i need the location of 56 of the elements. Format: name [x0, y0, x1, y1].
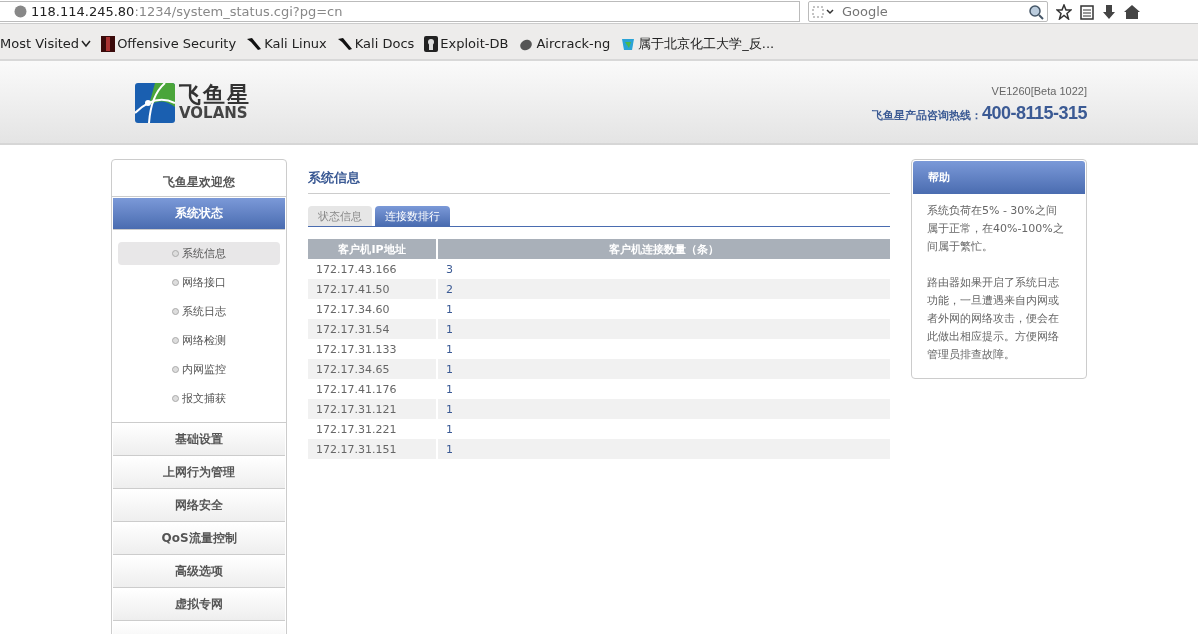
table-cell: 1 [438, 319, 890, 339]
help-paragraph: 系统负荷在5% - 30%之间属于正常，在40%-100%之间属于繁忙。 [926, 203, 1064, 255]
help-title: 帮助 [912, 161, 1085, 194]
star-icon[interactable] [1056, 3, 1072, 20]
submenu-item[interactable]: 网络接口 [118, 271, 281, 294]
menu-section[interactable]: 系统状态 [113, 198, 286, 230]
bullet-icon [172, 308, 180, 315]
submenu-item[interactable]: 系统信息 [118, 242, 281, 265]
submenu-item[interactable]: 内网监控 [118, 358, 281, 381]
hotline-label: 飞鱼星产品咨询热线： [871, 109, 982, 123]
table-cell: 1 [438, 359, 890, 379]
tab[interactable]: 连接数排行 [375, 206, 451, 226]
chevron-down-icon [81, 39, 92, 48]
table-cell: 2 [438, 279, 890, 299]
logo-icon [135, 82, 175, 123]
search-engine-icon [812, 5, 836, 18]
table-cell: 1 [438, 399, 890, 419]
page-title: 系统信息 [308, 159, 890, 194]
globe-icon [14, 5, 27, 18]
bullet-icon [172, 250, 180, 257]
table-cell: 172.17.31.54 [308, 319, 437, 339]
bookmark-link[interactable]: Exploit-DB [424, 35, 509, 52]
bookmark-link[interactable]: Offensive Security [101, 35, 237, 52]
table-cell: 172.17.41.50 [308, 279, 437, 299]
table-cell: 172.17.34.65 [308, 359, 437, 379]
bullet-icon [172, 366, 180, 373]
url-field[interactable]: 118.114.245.80:1234/system_status.cgi?pg=cn [0, 1, 800, 22]
bookmark-icon [424, 35, 439, 52]
bullet-icon [172, 337, 180, 344]
bookmark-link[interactable]: 属于北京化工大学_反... [620, 34, 775, 53]
version-text: VE1260[Beta 1022] [991, 85, 1087, 97]
column-header: 客户机IP地址 [308, 239, 437, 259]
welcome-title: 飞鱼星欢迎您 [112, 160, 287, 197]
download-icon[interactable] [1102, 3, 1116, 20]
table-cell: 172.17.31.151 [308, 439, 437, 459]
bookmark-link[interactable]: Kali Docs [336, 36, 415, 51]
help-paragraph: 路由器如果开启了系统日志功能，一旦遭遇来自内网或者外网的网络攻击，便会在此做出相应提示。方便网络管理员排查故障。 [926, 275, 1060, 363]
submenu-item[interactable]: 系统日志 [118, 300, 281, 323]
bullet-icon [172, 279, 180, 286]
search-field[interactable]: Google [808, 1, 1048, 22]
search-icon[interactable] [1028, 3, 1044, 20]
hotline-number: 400-8115-315 [981, 103, 1087, 124]
reading-list-icon[interactable] [1080, 3, 1094, 20]
column-header: 客户机连接数量（条） [438, 239, 890, 259]
logo-text: VOLANS [179, 106, 249, 121]
submenu-item[interactable]: 报文捕获 [118, 387, 281, 410]
bookmark-link[interactable]: Kali Linux [246, 36, 327, 51]
most-visited-menu[interactable]: Most Visited [0, 36, 92, 51]
table-cell: 1 [438, 439, 890, 459]
home-icon[interactable] [1124, 3, 1140, 20]
bullet-icon [172, 395, 180, 402]
bookmark-link[interactable]: Aircrack-ng [518, 35, 611, 52]
table-cell: 172.17.31.121 [308, 399, 437, 419]
submenu-item[interactable]: 网络检测 [118, 329, 281, 352]
logo-text: 飞鱼星 [179, 84, 251, 106]
bookmark-icon [101, 35, 116, 52]
